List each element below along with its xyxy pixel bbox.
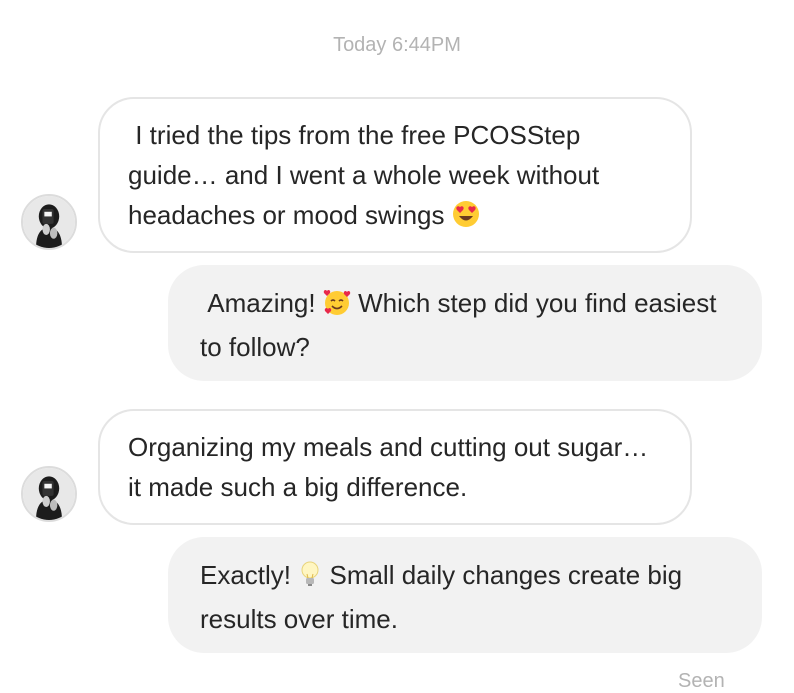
profile-photo-icon: [23, 196, 75, 248]
smiling-face-with-hearts-emoji: [323, 287, 351, 327]
heart-eyes-emoji: [452, 199, 480, 239]
message-bubble-incoming[interactable]: Organizing my meals and cutting out suga…: [98, 409, 692, 525]
message-bubble-incoming[interactable]: I tried the tips from the free PCOSStep …: [98, 97, 692, 253]
light-bulb-emoji: [298, 559, 322, 599]
conversation-timestamp: Today 6:44PM: [333, 34, 461, 56]
message-text: Amazing!: [200, 288, 323, 318]
avatar[interactable]: [21, 194, 77, 250]
profile-photo-icon: [23, 468, 75, 520]
message-bubble-outgoing[interactable]: Exactly! Small daily changes create big …: [168, 537, 762, 653]
seen-status: Seen: [678, 670, 725, 692]
avatar[interactable]: [21, 466, 77, 522]
message-text: Organizing my meals and cutting out suga…: [128, 432, 656, 502]
message-text: Exactly!: [200, 560, 299, 590]
message-text: I tried the tips from the free PCOSStep …: [128, 120, 607, 230]
message-bubble-outgoing[interactable]: Amazing! Which step did you find easiest…: [168, 265, 762, 381]
